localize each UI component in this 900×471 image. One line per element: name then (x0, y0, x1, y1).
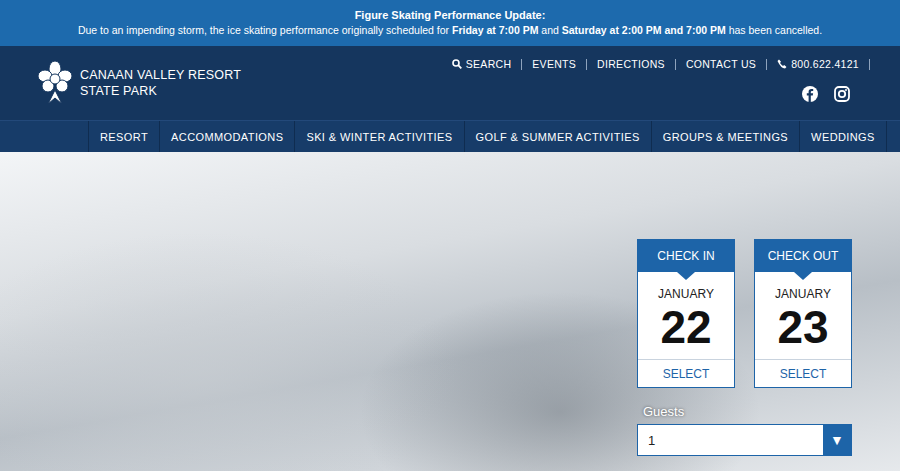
alert-title: Figure Skating Performance Update: (6, 8, 894, 23)
social-links (802, 86, 870, 102)
facebook-icon[interactable] (802, 86, 818, 102)
separator (869, 59, 870, 70)
alert-message: Due to an impending storm, the ice skati… (6, 23, 894, 38)
top-link[interactable]: 800.622.4121 (767, 58, 869, 70)
guests-value: 1 (638, 425, 823, 455)
date-month: JANUARY (775, 287, 831, 301)
page: Figure Skating Performance Update: Due t… (0, 0, 900, 471)
guests-label: Guests (643, 404, 852, 419)
select-button[interactable]: SELECT (755, 359, 851, 387)
date-label: CHECK IN (638, 240, 734, 272)
instagram-icon[interactable] (834, 86, 850, 102)
alert-bar: Figure Skating Performance Update: Due t… (0, 0, 900, 46)
nav-item[interactable]: GROUPS & MEETINGS (651, 121, 799, 152)
phone-icon (777, 59, 787, 69)
nav-item[interactable]: WEDDINGS (799, 121, 887, 152)
top-link[interactable]: EVENTS (522, 58, 586, 70)
main-nav: RESORTACCOMMODATIONSSKI & WINTER ACTIVIT… (0, 120, 900, 152)
separator (586, 59, 587, 70)
separator (766, 59, 767, 70)
booking-widget: CHECK IN JANUARY 22 SELECTCHECK OUT JANU… (637, 239, 852, 471)
date-day: 23 (777, 301, 828, 353)
date-label: CHECK OUT (755, 240, 851, 272)
guests-select[interactable]: 1 ▼ (637, 424, 852, 456)
separator (521, 59, 522, 70)
date-card[interactable]: CHECK IN JANUARY 22 SELECT (637, 239, 735, 388)
dropdown-arrow-icon[interactable]: ▼ (823, 425, 851, 455)
date-day: 22 (660, 301, 711, 353)
logo-text: STATE PARK (80, 83, 241, 99)
logo[interactable]: CANAAN VALLEY RESORTSTATE PARK (36, 46, 241, 120)
top-link[interactable]: CONTACT US (676, 58, 766, 70)
flower-icon (36, 60, 74, 106)
date-month: JANUARY (658, 287, 714, 301)
nav-item[interactable]: ACCOMMODATIONS (159, 121, 294, 152)
header: CANAAN VALLEY RESORTSTATE PARK SEARCH EV… (0, 46, 900, 120)
search-icon (452, 59, 462, 69)
select-button[interactable]: SELECT (638, 359, 734, 387)
nav-item[interactable]: RESORT (88, 121, 159, 152)
nav-item[interactable]: SKI & WINTER ACTIVITIES (294, 121, 463, 152)
top-link[interactable]: DIRECTIONS (587, 58, 675, 70)
top-links: SEARCH EVENTS DIRECTIONS CONTACT US 800.… (442, 58, 870, 70)
date-card[interactable]: CHECK OUT JANUARY 23 SELECT (754, 239, 852, 388)
top-link[interactable]: SEARCH (442, 58, 522, 70)
hero-photo: CHECK IN JANUARY 22 SELECTCHECK OUT JANU… (0, 152, 900, 471)
nav-item[interactable]: GOLF & SUMMER ACTIVITIES (464, 121, 651, 152)
logo-text: CANAAN VALLEY RESORT (80, 67, 241, 83)
separator (675, 59, 676, 70)
